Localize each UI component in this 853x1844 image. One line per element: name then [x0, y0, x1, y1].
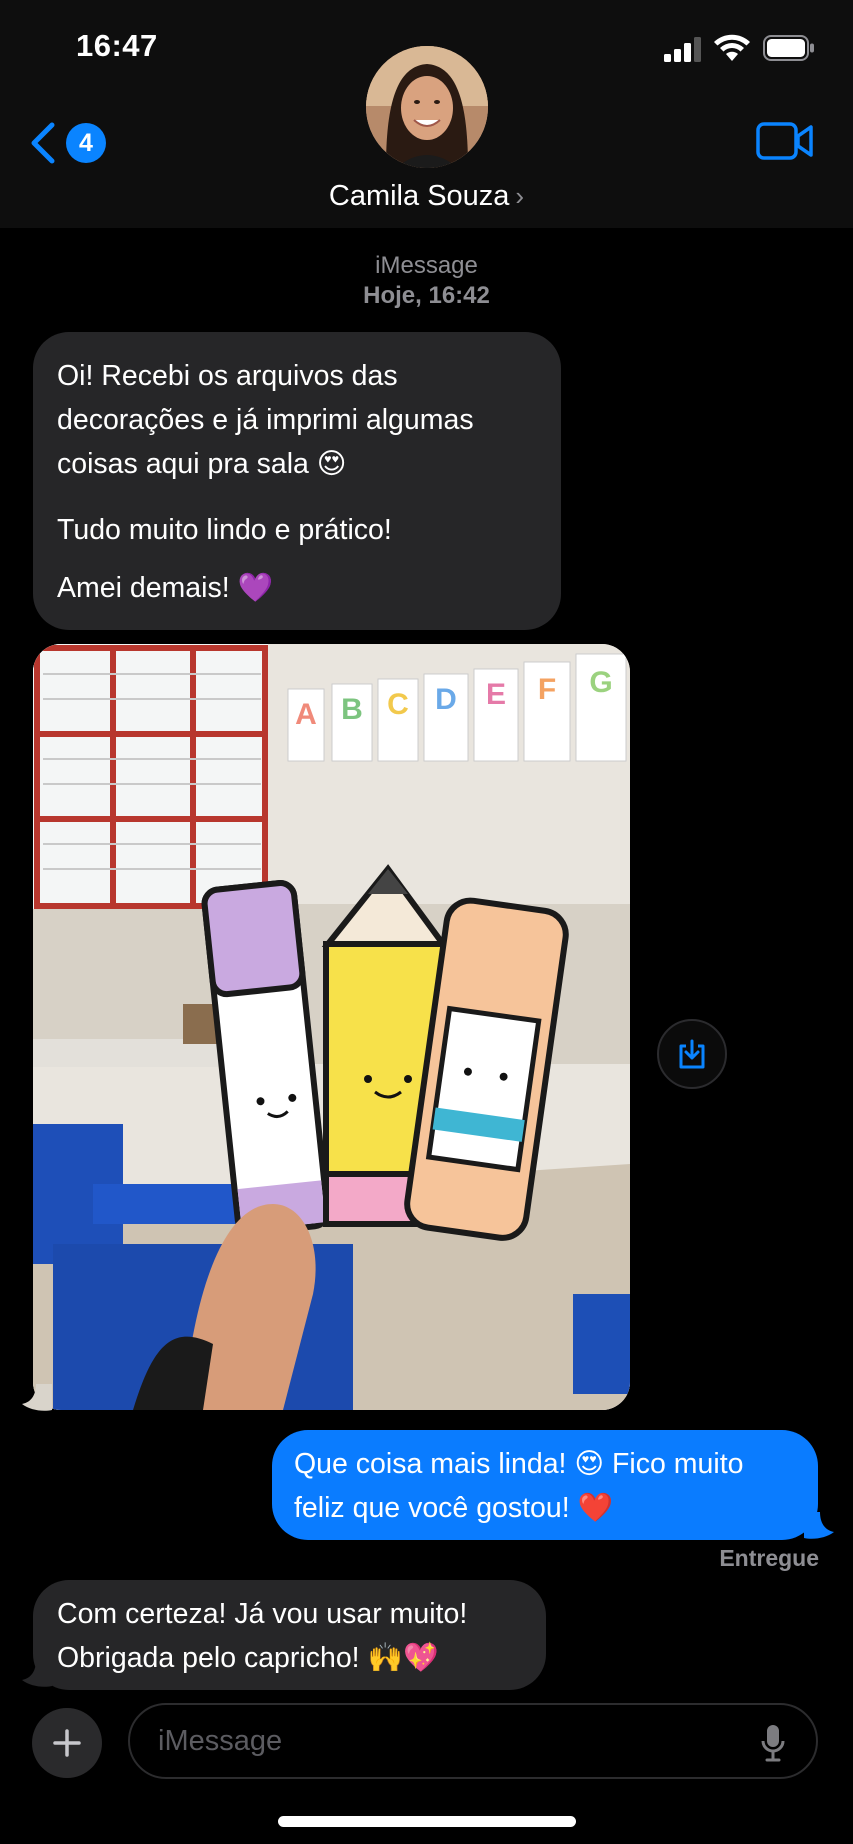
home-indicator[interactable]: [278, 1816, 576, 1827]
card-letter: A: [295, 698, 317, 731]
incoming-message-bubble[interactable]: Oi! Recebi os arquivos das decorações e …: [33, 332, 561, 630]
status-time: 16:47: [76, 28, 158, 63]
card-letter: F: [538, 673, 556, 706]
message-text: Tudo muito lindo e prático!: [57, 514, 392, 546]
contact-name-button[interactable]: Camila Souza ›: [0, 180, 853, 213]
chevron-right-icon: ›: [515, 181, 525, 211]
delivery-status: Entregue: [719, 1545, 819, 1571]
message-text: Oi! Recebi os arquivos das decorações e …: [57, 360, 474, 480]
card-letter: B: [341, 693, 363, 726]
cellular-signal-icon: [664, 37, 701, 62]
save-button[interactable]: [657, 1019, 727, 1089]
date-label: Hoje, 16:42: [363, 282, 490, 309]
contact-name: Camila Souza: [328, 180, 510, 212]
contact-avatar[interactable]: [366, 46, 488, 168]
back-chevron-icon: [31, 122, 55, 164]
wifi-icon: [714, 34, 750, 61]
contact-photo: [366, 46, 488, 168]
service-label: iMessage: [375, 252, 478, 279]
bubble-tail: [804, 1512, 834, 1539]
bubble-tail: [22, 1660, 52, 1687]
classroom-photo: A B C D E F G: [33, 644, 630, 1410]
message-input[interactable]: iMessage: [128, 1703, 818, 1779]
conversation-header: 16:47 4 Camila Souza ›: [0, 0, 853, 228]
incoming-message-bubble[interactable]: Com certeza! Já vou usar muito! Obrigada…: [33, 1580, 546, 1690]
message-text: Com certeza! Já vou usar muito! Obrigada…: [57, 1598, 468, 1674]
apps-plus-button[interactable]: [32, 1708, 102, 1778]
unread-count-badge: 4: [66, 123, 106, 163]
message-input-placeholder: iMessage: [158, 1725, 283, 1757]
card-letter: G: [589, 666, 612, 699]
card-letter: D: [435, 683, 457, 716]
image-attachment[interactable]: A B C D E F G: [33, 644, 630, 1410]
message-text: Amei demais! 💜: [57, 572, 274, 604]
save-download-icon: [679, 1039, 705, 1069]
video-camera-icon[interactable]: [756, 120, 814, 162]
microphone-icon[interactable]: [760, 1723, 786, 1763]
outgoing-message-bubble[interactable]: Que coisa mais linda! 😍 Fico muito feliz…: [272, 1430, 818, 1540]
battery-icon: [763, 35, 814, 61]
card-letter: C: [387, 688, 409, 721]
bubble-tail: [22, 1384, 52, 1411]
card-letter: E: [486, 678, 506, 711]
conversation-meta: iMessage Hoje, 16:42: [0, 251, 853, 311]
plus-icon: [53, 1729, 81, 1757]
back-button[interactable]: 4: [28, 118, 118, 168]
message-text: Que coisa mais linda! 😍 Fico muito feliz…: [294, 1448, 744, 1524]
